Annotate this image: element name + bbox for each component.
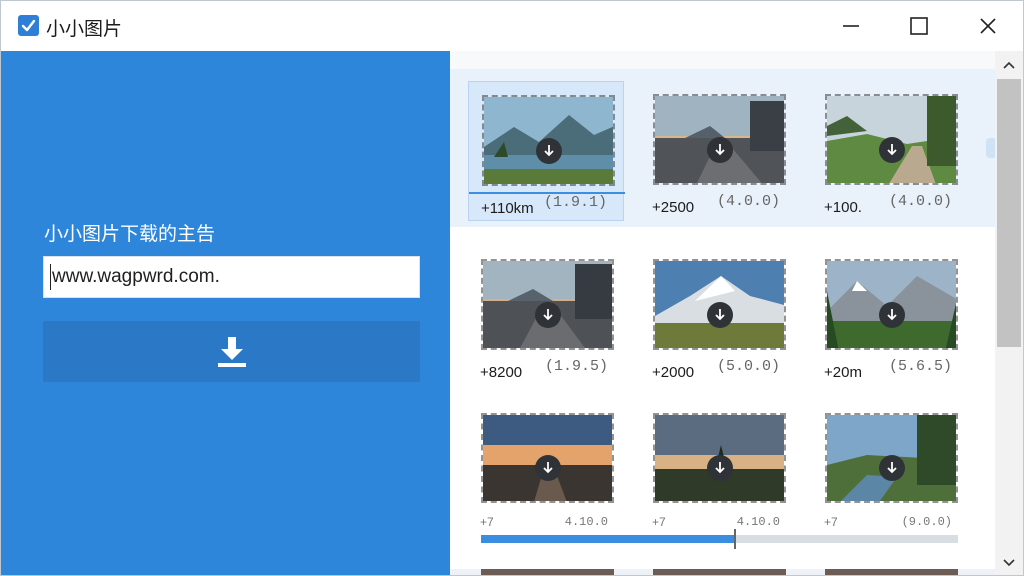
image-card[interactable]: +2000 (5.0.0) bbox=[640, 246, 796, 386]
dimension-label: (5.6.5) bbox=[888, 358, 952, 375]
dimension-label: (1.9.5) bbox=[544, 358, 608, 375]
image-card[interactable]: +7 4.10.0 bbox=[468, 409, 624, 549]
download-icon[interactable] bbox=[706, 301, 733, 328]
image-thumbnail bbox=[825, 94, 958, 185]
image-thumbnail bbox=[482, 95, 615, 186]
file-size-label: +7 bbox=[652, 515, 666, 529]
download-icon[interactable] bbox=[534, 301, 561, 328]
title-bar: 小小图片 bbox=[1, 1, 1023, 51]
file-size-label: +7 bbox=[824, 515, 838, 529]
chevron-up-icon bbox=[1003, 61, 1015, 69]
download-progress-bar bbox=[481, 529, 958, 549]
image-card[interactable]: +7 (9.0.0) bbox=[812, 409, 968, 549]
image-thumbnail bbox=[481, 413, 614, 503]
file-size-label: +2000 bbox=[652, 364, 695, 381]
download-icon[interactable] bbox=[878, 455, 905, 482]
file-size-label: +20m bbox=[824, 364, 862, 381]
image-card[interactable]: +7 4.10.0 bbox=[640, 409, 796, 549]
close-icon bbox=[980, 18, 996, 34]
close-button[interactable] bbox=[954, 1, 1022, 51]
image-thumbnail bbox=[653, 259, 786, 350]
image-thumbnail-partial bbox=[825, 569, 958, 575]
minimize-button[interactable] bbox=[817, 1, 885, 51]
gallery-top-strip bbox=[450, 51, 995, 69]
image-thumbnail-partial bbox=[653, 569, 786, 575]
progress-fill bbox=[481, 535, 734, 543]
window-title: 小小图片 bbox=[46, 18, 123, 40]
image-thumbnail bbox=[653, 413, 786, 503]
dimension-label: (4.0.0) bbox=[888, 193, 952, 210]
download-panel: 小小图片下载的主告 www.wagpwrd.com. bbox=[1, 51, 450, 575]
image-card[interactable]: +2500 (4.0.0) bbox=[640, 81, 796, 221]
file-size-label: +8200 bbox=[480, 364, 523, 381]
progress-marker bbox=[733, 529, 736, 549]
download-icon bbox=[217, 336, 246, 367]
scroll-up-button[interactable] bbox=[995, 51, 1023, 79]
minimize-icon bbox=[843, 25, 859, 27]
image-card[interactable]: +8200 (1.9.5) bbox=[468, 246, 624, 386]
file-size-label: +2500 bbox=[652, 199, 695, 216]
download-icon[interactable] bbox=[878, 136, 905, 163]
maximize-button[interactable] bbox=[885, 1, 953, 51]
file-size-label: +7 bbox=[480, 515, 494, 529]
download-button[interactable] bbox=[43, 321, 420, 382]
dimension-label: 4.10.0 bbox=[564, 515, 608, 529]
maximize-icon bbox=[910, 17, 928, 35]
download-icon[interactable] bbox=[706, 455, 733, 482]
dimension-label: (5.0.0) bbox=[716, 358, 780, 375]
file-size-label: +100. bbox=[824, 199, 862, 216]
dimension-label: (9.0.0) bbox=[901, 515, 952, 529]
download-icon[interactable] bbox=[878, 301, 905, 328]
url-input[interactable]: www.wagpwrd.com. bbox=[43, 256, 420, 298]
image-thumbnail bbox=[481, 259, 614, 350]
image-thumbnail bbox=[825, 413, 958, 503]
download-icon[interactable] bbox=[534, 455, 561, 482]
image-thumbnail bbox=[825, 259, 958, 350]
image-card[interactable]: +100. (4.0.0) bbox=[812, 81, 968, 221]
scroll-thumb[interactable] bbox=[997, 79, 1021, 347]
url-input-value: www.wagpwrd.com. bbox=[52, 266, 220, 287]
image-card[interactable]: +20m (5.6.5) bbox=[812, 246, 968, 386]
dimension-label: (1.9.1) bbox=[543, 194, 607, 211]
checkbox-icon bbox=[18, 15, 39, 36]
vertical-scrollbar[interactable] bbox=[995, 51, 1023, 575]
image-thumbnail bbox=[653, 94, 786, 185]
image-gallery: +110km (1.9.1) +2500 (4.0.0) +100. (4.0.… bbox=[450, 51, 995, 575]
download-icon[interactable] bbox=[535, 137, 562, 164]
download-icon[interactable] bbox=[706, 136, 733, 163]
scroll-down-button[interactable] bbox=[995, 549, 1023, 575]
app-window: 小小图片 小小图片下载的主告 www.wagpwrd.com. +110km (… bbox=[0, 0, 1024, 576]
side-handle[interactable] bbox=[986, 138, 995, 158]
dimension-label: (4.0.0) bbox=[716, 193, 780, 210]
text-caret bbox=[50, 264, 51, 290]
image-card[interactable]: +110km (1.9.1) bbox=[468, 81, 625, 221]
chevron-down-icon bbox=[1003, 559, 1015, 567]
panel-heading: 小小图片下载的主告 bbox=[44, 223, 216, 245]
dimension-label: 4.10.0 bbox=[736, 515, 780, 529]
image-thumbnail-partial bbox=[481, 569, 614, 575]
file-size-label: +110km bbox=[481, 200, 534, 217]
